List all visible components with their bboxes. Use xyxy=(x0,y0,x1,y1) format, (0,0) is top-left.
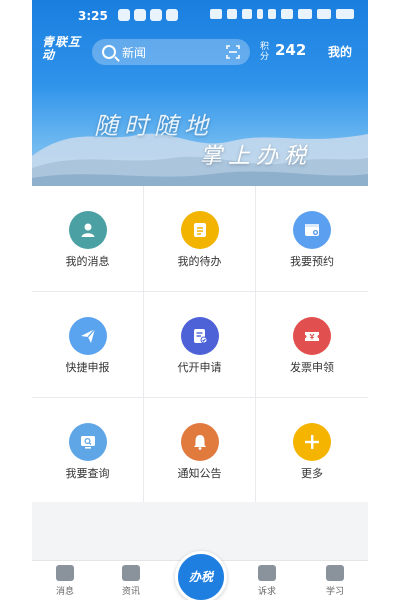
grid-item-label: 快捷申报 xyxy=(65,361,110,374)
grid-item-label: 我的待办 xyxy=(177,255,222,268)
app-logo[interactable]: 青联互动 xyxy=(42,36,82,62)
study-icon xyxy=(326,565,344,581)
grid-item-label: 我的消息 xyxy=(65,255,110,268)
search-bar[interactable]: 新闻 xyxy=(92,39,250,65)
plus-icon xyxy=(293,423,331,461)
grid-item-quick-declare[interactable]: 快捷申报 xyxy=(32,292,143,397)
nav-label: 资讯 xyxy=(121,587,140,597)
calendar-icon xyxy=(293,211,331,249)
chat-notification-icon xyxy=(150,9,162,21)
function-grid: 我的消息 我的待办 我要预约 快捷申报 代开申请 发票申领 我要查询 通知公告 … xyxy=(32,186,368,502)
grid-item-label: 通知公告 xyxy=(177,467,222,480)
bluetooth-icon xyxy=(257,9,263,19)
battery-icon xyxy=(336,9,354,19)
news-icon xyxy=(122,565,140,581)
system-icons xyxy=(210,9,354,19)
nav-label: 学习 xyxy=(325,587,344,597)
message-icon xyxy=(56,565,74,581)
tax-icon: 办税 xyxy=(188,570,213,584)
nav-item-requests[interactable]: 诉求 xyxy=(242,565,292,597)
header-banner: 3:25 青联互动 新闻 积分 242 我的 随时随地 掌上办税 xyxy=(32,0,368,186)
grid-item-label: 我要预约 xyxy=(290,255,334,268)
banner-slogan-line2: 掌上办税 xyxy=(200,144,313,169)
query-icon xyxy=(68,423,107,461)
right-margin xyxy=(368,0,400,600)
person-icon xyxy=(68,211,107,249)
edit-icon xyxy=(258,565,276,581)
grid-item-label: 代开申请 xyxy=(177,361,222,374)
app-notification-icon xyxy=(134,9,146,21)
ticket-icon xyxy=(293,317,331,355)
points-label: 积分 xyxy=(260,42,270,62)
grid-item-my-todo[interactable]: 我的待办 xyxy=(144,186,255,291)
nav-label: 消息 xyxy=(55,587,74,597)
location-icon xyxy=(268,9,276,19)
paper-plane-icon xyxy=(68,317,107,355)
top-bar: 青联互动 新闻 积分 242 我的 xyxy=(32,34,368,68)
mail-notification-icon xyxy=(166,9,178,21)
mute-icon xyxy=(242,9,252,19)
grid-item-my-messages[interactable]: 我的消息 xyxy=(32,186,143,291)
app-notification-icon xyxy=(118,9,130,21)
grid-item-announcements[interactable]: 通知公告 xyxy=(144,398,255,502)
grid-item-label: 发票申领 xyxy=(290,361,334,374)
grid-item-label: 更多 xyxy=(301,467,323,480)
wifi-icon xyxy=(281,9,293,19)
grid-item-invoice-claim[interactable]: 发票申领 xyxy=(256,292,368,397)
nfc-icon xyxy=(227,9,237,19)
signal-icon xyxy=(317,9,331,19)
eye-icon xyxy=(210,9,222,19)
search-icon xyxy=(102,45,116,59)
todo-icon xyxy=(180,211,219,249)
search-placeholder: 新闻 xyxy=(122,46,147,60)
points-value[interactable]: 242 xyxy=(275,41,306,59)
bell-icon xyxy=(180,423,219,461)
grid-item-label: 我要查询 xyxy=(65,467,110,480)
nav-label: 诉求 xyxy=(257,587,276,597)
nav-item-news[interactable]: 资讯 xyxy=(106,565,156,597)
notification-icons xyxy=(118,9,178,21)
nav-item-messages[interactable]: 消息 xyxy=(40,565,90,597)
grid-item-appointment[interactable]: 我要预约 xyxy=(256,186,368,291)
nav-item-tax-center-button[interactable]: 办税 xyxy=(175,551,227,600)
scan-icon[interactable] xyxy=(226,45,240,59)
document-check-icon xyxy=(180,317,219,355)
my-account-link[interactable]: 我的 xyxy=(328,43,352,60)
grid-item-query[interactable]: 我要查询 xyxy=(32,398,143,502)
banner-slogan-line1: 随时随地 xyxy=(94,112,214,140)
grid-item-issue-application[interactable]: 代开申请 xyxy=(144,292,255,397)
status-bar: 3:25 xyxy=(32,0,368,32)
grid-item-more[interactable]: 更多 xyxy=(256,398,368,502)
nav-item-study[interactable]: 学习 xyxy=(310,565,360,597)
phone-screen: 3:25 青联互动 新闻 积分 242 我的 随时随地 掌上办税 我的消息 我的… xyxy=(32,0,368,600)
left-margin xyxy=(0,0,32,600)
signal-icon xyxy=(298,9,312,19)
status-time: 3:25 xyxy=(78,9,108,23)
